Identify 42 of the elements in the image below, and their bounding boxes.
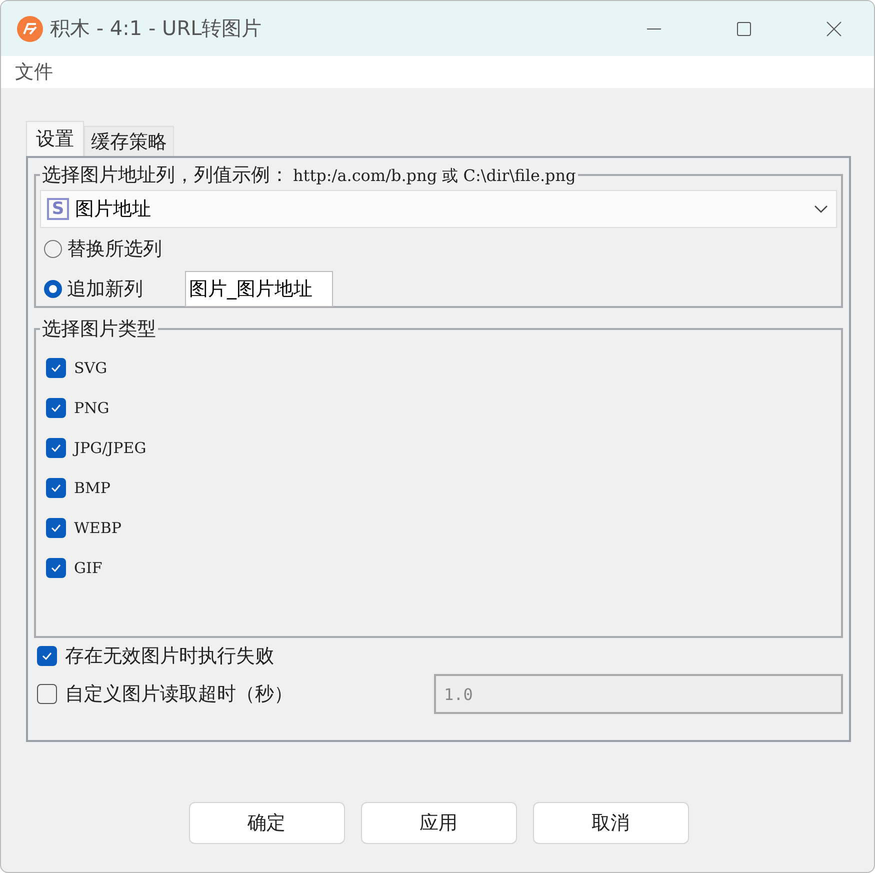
radio-label[interactable]: 替换所选列 xyxy=(67,236,162,262)
example-text: http:/a.com/b.png 或 C:\dir\file.png xyxy=(293,166,576,185)
checkbox[interactable] xyxy=(46,438,66,458)
dialog-button[interactable]: 应用 xyxy=(360,802,516,844)
column-name-field[interactable]: 图片_图片地址 xyxy=(185,271,333,307)
checkmark-icon xyxy=(50,483,62,493)
app-logo-icon xyxy=(16,14,44,42)
window-title: 积木 - 4:1 - URL转图片 xyxy=(50,15,262,42)
group-label: 选择图片类型 xyxy=(42,318,156,340)
checkbox[interactable] xyxy=(37,646,57,666)
checkbox[interactable] xyxy=(46,558,66,578)
checkmark-icon xyxy=(41,651,53,661)
radio-button[interactable] xyxy=(44,240,62,258)
tab[interactable]: 设置 xyxy=(26,121,84,156)
column-dropdown[interactable]: S 图片地址 xyxy=(40,190,837,228)
group-label: 选择图片地址列，列值示例： xyxy=(42,164,289,186)
checkbox-label[interactable]: 存在无效图片时执行失败 xyxy=(65,643,274,669)
checkmark-icon xyxy=(50,403,62,413)
close-icon[interactable] xyxy=(826,20,842,36)
maximize-icon[interactable] xyxy=(736,20,752,36)
type-badge: S xyxy=(47,198,69,220)
tab[interactable]: 缓存策略 xyxy=(84,126,174,156)
checkmark-icon xyxy=(50,563,62,573)
checkmark-icon xyxy=(50,363,62,373)
checkbox-label[interactable]: SVG xyxy=(74,359,108,377)
dialog-button[interactable]: 取消 xyxy=(532,802,688,844)
checkbox-label[interactable]: GIF xyxy=(74,559,102,577)
checkmark-icon xyxy=(50,443,62,453)
checkmark-icon xyxy=(50,523,62,533)
checkbox-label[interactable]: WEBP xyxy=(74,519,122,537)
checkbox[interactable] xyxy=(46,518,66,538)
checkbox-label[interactable]: BMP xyxy=(74,479,110,497)
radio-label[interactable]: 追加新列 xyxy=(67,276,143,302)
checkbox[interactable] xyxy=(46,398,66,418)
checkbox[interactable] xyxy=(46,358,66,378)
menu-item[interactable]: 文件 xyxy=(15,59,53,85)
chevron-down-icon xyxy=(814,205,828,213)
checkbox-label[interactable]: JPG/JPEG xyxy=(74,439,146,457)
checkbox-label[interactable]: PNG xyxy=(74,399,110,417)
checkbox[interactable] xyxy=(46,478,66,498)
dialog-button[interactable]: 确定 xyxy=(188,802,344,844)
radio-button[interactable] xyxy=(44,280,62,298)
